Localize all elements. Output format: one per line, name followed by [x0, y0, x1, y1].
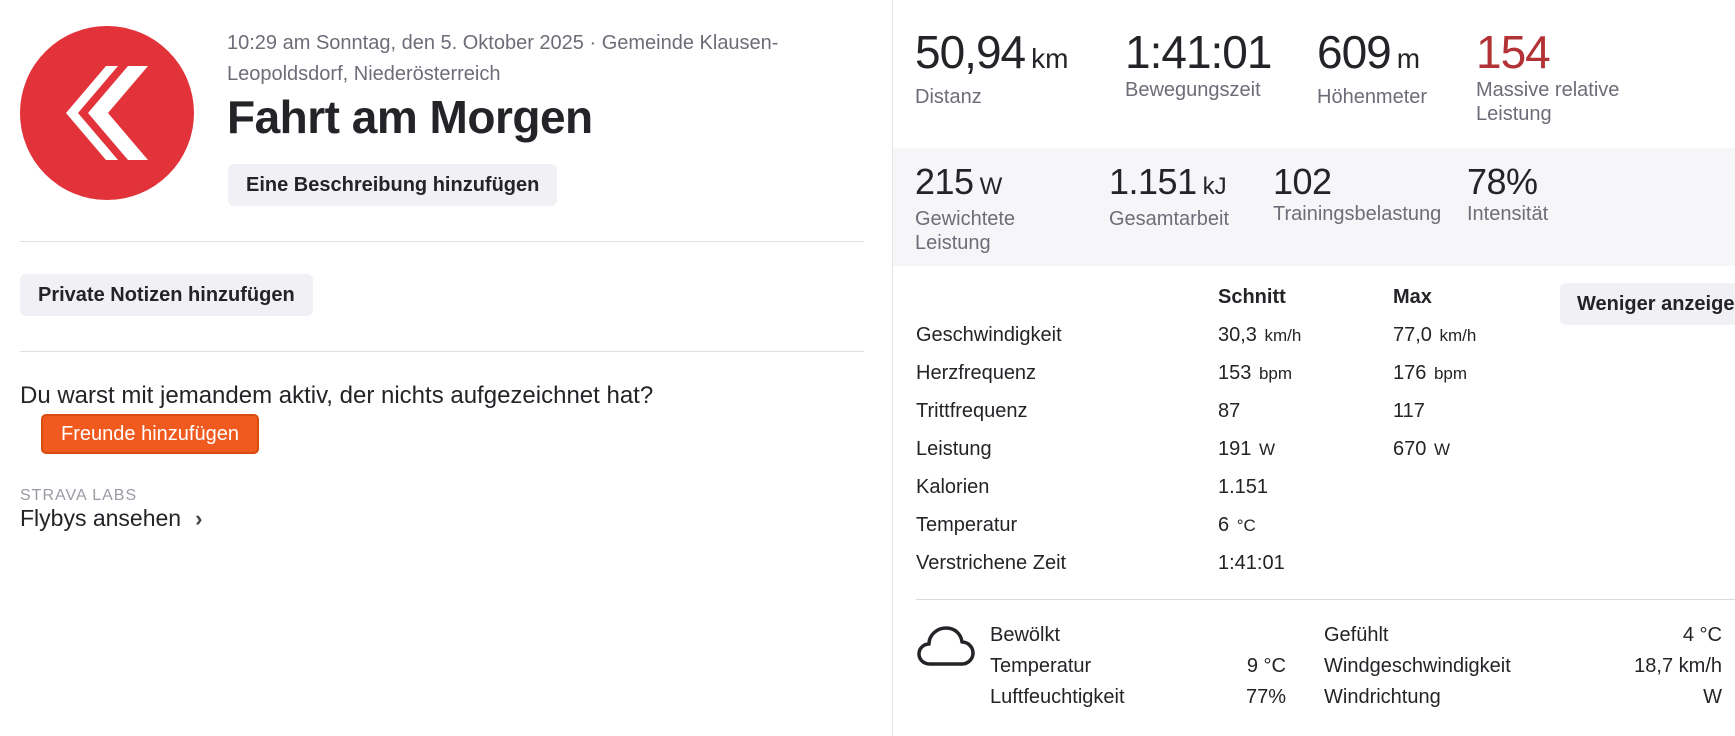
stat-value: 154 [1476, 26, 1551, 78]
table-row: Kalorien 1.151 [916, 476, 1616, 514]
club-avatar[interactable] [20, 26, 194, 200]
table-row: Verstrichene Zeit 1:41:01 [916, 552, 1616, 590]
weather-wind-speed-label: Windgeschwindigkeit [1324, 655, 1511, 677]
row-label: Trittfrequenz [916, 400, 1028, 422]
col-header-average: Schnitt [1218, 286, 1286, 308]
row-max: 117 [1393, 400, 1425, 422]
divider [20, 351, 864, 352]
row-max: 670 [1393, 438, 1427, 460]
divider [916, 599, 1735, 600]
weather-wind-speed-value: 18,7 km/h [1634, 655, 1722, 677]
row-max: 77,0 [1393, 324, 1432, 346]
row-avg: 1:41:01 [1218, 552, 1285, 574]
weather-temp-value: 9 °C [1246, 655, 1286, 677]
row-label: Geschwindigkeit [916, 324, 1062, 346]
add-friends-button[interactable]: Freunde hinzufügen [41, 414, 259, 454]
stat-label: Trainingsbelastung [1273, 203, 1442, 225]
row-avg: 1.151 [1218, 476, 1269, 498]
stat-relative-effort[interactable]: 154 Massive relative Leistung [1476, 26, 1636, 126]
stat-label: Gesamtarbeit [1109, 208, 1230, 230]
col-header-max: Max [1393, 286, 1432, 308]
stat-label: Höhenmeter [1317, 86, 1428, 108]
row-max-unit: W [1433, 440, 1450, 459]
stat-intensity: 78% Intensität [1467, 162, 1548, 226]
weather-wind-dir-label: Windrichtung [1324, 686, 1441, 708]
weather-humidity-value: 77% [1245, 686, 1286, 708]
table-row: Trittfrequenz 87 117 [916, 400, 1616, 438]
row-avg-unit: °C [1236, 516, 1256, 535]
row-avg: 6 [1218, 514, 1230, 536]
row-max: 176 [1393, 362, 1427, 384]
stat-label: Intensität [1467, 203, 1549, 225]
weather-feels-value: 4 °C [1682, 624, 1722, 646]
stat-unit: m [1396, 43, 1421, 74]
friends-prompt: Du warst mit jemandem aktiv, der nichts … [20, 382, 654, 409]
row-avg: 191 [1218, 438, 1252, 460]
stat-weighted-power: 215 W Gewichtete Leistung [915, 162, 1065, 255]
row-label: Temperatur [916, 514, 1018, 536]
stat-training-load: 102 Trainingsbelastung [1273, 162, 1441, 226]
stat-elevation: 609 m Höhenmeter [1317, 26, 1427, 109]
stat-label: Gewichtete Leistung [915, 208, 1016, 254]
add-description-button[interactable]: Eine Beschreibung hinzufügen [228, 164, 558, 206]
stat-value: 215 [915, 161, 974, 202]
show-less-button[interactable]: Weniger anzeigen [1560, 283, 1735, 325]
private-notes-button[interactable]: Private Notizen hinzufügen [20, 274, 313, 316]
stat-value: 78% [1467, 161, 1538, 202]
divider [20, 241, 864, 242]
activity-header-panel: 10:29 am Sonntag, den 5. Oktober 2025 · … [0, 0, 892, 736]
stat-value: 1.151 [1109, 161, 1197, 202]
stat-unit: kJ [1202, 173, 1227, 200]
activity-stats-panel: 50,94 km Distanz 1:41:01 Bewegungszeit 60… [893, 0, 1735, 736]
stat-label: Distanz [915, 86, 982, 108]
stat-value: 50,94 [915, 26, 1026, 78]
stat-moving-time: 1:41:01 Bewegungszeit [1125, 26, 1272, 102]
table-row: Leistung 191 W 670 W [916, 438, 1616, 476]
row-max-unit: km/h [1439, 326, 1477, 345]
row-avg: 153 [1218, 362, 1252, 384]
stat-label: Massive relative Leistung [1476, 79, 1620, 125]
stat-value: 102 [1273, 161, 1332, 202]
row-label: Herzfrequenz [916, 362, 1037, 384]
row-avg-unit: bpm [1258, 364, 1293, 383]
weather-condition: Bewölkt [990, 624, 1061, 646]
stat-unit: W [979, 173, 1003, 200]
stat-label: Bewegungszeit [1125, 79, 1261, 101]
labs-label: STRAVA LABS [20, 487, 138, 504]
chevron-logo-icon [66, 66, 148, 160]
flybys-label: Flybys ansehen [20, 505, 182, 531]
row-avg-unit: W [1258, 440, 1275, 459]
weather-humidity-label: Luftfeuchtigkeit [990, 686, 1125, 708]
table-row: Temperatur 6 °C [916, 514, 1616, 552]
row-avg: 30,3 [1218, 324, 1257, 346]
row-label: Leistung [916, 438, 992, 460]
row-avg: 87 [1218, 400, 1241, 422]
cloud-icon [917, 626, 975, 666]
row-label: Kalorien [916, 476, 990, 498]
activity-title: Fahrt am Morgen [227, 91, 593, 143]
row-max-unit: bpm [1433, 364, 1468, 383]
flybys-link[interactable]: Flybys ansehen › [20, 505, 202, 532]
weather-feels-label: Gefühlt [1324, 624, 1389, 646]
row-label: Verstrichene Zeit [916, 552, 1067, 574]
chevron-right-icon: › [195, 505, 203, 531]
table-row: Geschwindigkeit 30,3 km/h 77,0 km/h [916, 324, 1616, 362]
row-avg-unit: km/h [1264, 326, 1302, 345]
table-row: Herzfrequenz 153 bpm 176 bpm [916, 362, 1616, 400]
stat-value: 1:41:01 [1125, 26, 1272, 78]
stat-total-work: 1.151 kJ Gesamtarbeit [1109, 162, 1229, 231]
stat-unit: km [1031, 43, 1069, 74]
stat-distance: 50,94 km Distanz [915, 26, 1068, 109]
stat-value: 609 [1317, 26, 1392, 78]
weather-wind-dir-value: W [1703, 686, 1722, 708]
activity-meta: 10:29 am Sonntag, den 5. Oktober 2025 · … [227, 32, 779, 85]
weather-temp-label: Temperatur [990, 655, 1092, 677]
